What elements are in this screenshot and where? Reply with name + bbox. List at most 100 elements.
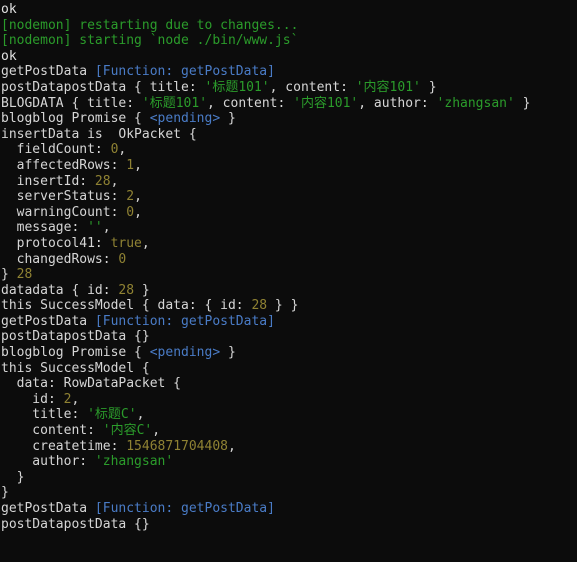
terminal-line: ok xyxy=(0,49,577,65)
terminal-token: , xyxy=(134,157,142,173)
terminal-token: fieldCount: xyxy=(1,142,111,158)
terminal-token: , content: xyxy=(207,95,294,111)
terminal-token: , xyxy=(227,438,236,454)
terminal-token: getPostData xyxy=(1,313,95,329)
terminal-line: } xyxy=(0,470,577,486)
terminal-line: createtime: 1546871704408, xyxy=(0,439,577,455)
terminal-line: [nodemon] restarting due to changes... xyxy=(0,18,577,34)
terminal-line: fieldCount: 0, xyxy=(0,142,577,158)
terminal-token: } xyxy=(220,111,236,127)
terminal-line: postDatapostData { title: '标题101', conte… xyxy=(0,80,577,96)
terminal-line: data: RowDataPacket { xyxy=(0,376,577,392)
terminal-token: '标题101' xyxy=(141,95,208,111)
terminal-token: postDatapostData {} xyxy=(1,329,150,345)
terminal-line: warningCount: 0, xyxy=(0,205,577,221)
terminal-token: insertData is OkPacket { xyxy=(1,126,197,142)
terminal-token: changedRows: xyxy=(1,251,119,267)
terminal-token: } xyxy=(420,79,437,95)
terminal-token: serverStatus: xyxy=(1,189,127,205)
terminal-token: 28 xyxy=(94,173,111,189)
terminal-token: affectedRows: xyxy=(1,157,127,173)
terminal-line: datadata { id: 28 } xyxy=(0,283,577,299)
terminal-token: } xyxy=(1,469,25,485)
terminal-token: 28 xyxy=(118,282,135,298)
terminal-token: 'zhangsan' xyxy=(94,454,174,470)
terminal-line: [nodemon] starting `node ./bin/www.js` xyxy=(0,33,577,49)
terminal-line: this SuccessModel { data: { id: 28 } } xyxy=(0,298,577,314)
terminal-token: , content: xyxy=(269,79,356,95)
terminal-token: warningCount: xyxy=(1,204,127,220)
terminal-token: <pending> xyxy=(149,111,221,127)
terminal-token: 0 xyxy=(118,251,127,267)
terminal-token: 0 xyxy=(126,204,135,220)
terminal-token: [Function: getPostData] xyxy=(94,64,275,80)
terminal-line: changedRows: 0 xyxy=(0,252,577,268)
terminal-line: ok xyxy=(0,2,577,18)
terminal-token: } } xyxy=(267,298,299,314)
terminal-line: } 28 xyxy=(0,267,577,283)
terminal-token: , xyxy=(102,220,111,236)
terminal-token: '内容C' xyxy=(102,423,153,439)
terminal-token: 28 xyxy=(16,267,33,283)
terminal-token: getPostData xyxy=(1,501,95,516)
terminal-token: blogblog Promise { xyxy=(1,345,150,361)
terminal-token: insertId: xyxy=(1,173,95,189)
terminal-output-pane[interactable]: ok [nodemon] restarting due to changes...… xyxy=(0,0,577,562)
terminal-line: message: '', xyxy=(0,220,577,236)
terminal-token: content: xyxy=(1,423,103,439)
terminal-line: id: 2, xyxy=(0,392,577,408)
terminal-line: insertData is OkPacket { xyxy=(0,127,577,143)
terminal-line: } xyxy=(0,485,577,501)
terminal-token: } xyxy=(1,267,17,283)
terminal-token: , xyxy=(118,142,127,158)
terminal-line: title: '标题C', xyxy=(0,407,577,423)
terminal-line: BLOGDATA { title: '标题101', content: '内容1… xyxy=(0,96,577,112)
terminal-token: '内容101' xyxy=(355,79,421,95)
terminal-token: , xyxy=(134,189,142,205)
terminal-token: 2 xyxy=(126,189,135,205)
terminal-token: BLOGDATA { title: xyxy=(1,95,142,111)
terminal-line: blogblog Promise { <pending> } xyxy=(0,111,577,127)
terminal-token: message: xyxy=(1,220,88,236)
terminal-line: blogblog Promise { <pending> } xyxy=(0,345,577,361)
terminal-line: protocol41: true, xyxy=(0,236,577,252)
terminal-token: datadata { id: xyxy=(1,282,119,298)
terminal-token: } xyxy=(220,345,236,361)
terminal-line: this SuccessModel { xyxy=(0,361,577,377)
terminal-token: id: xyxy=(1,391,64,407)
terminal-line: getPostData [Function: getPostData] xyxy=(0,64,577,80)
terminal-token: , xyxy=(134,204,142,220)
terminal-token: title: xyxy=(1,407,88,423)
terminal-token: [Function: getPostData] xyxy=(94,501,275,516)
terminal-line: postDatapostData {} xyxy=(0,329,577,345)
terminal-token: postDatapostData {} xyxy=(1,516,150,532)
terminal-token: } xyxy=(514,95,531,111)
terminal-token: [nodemon] restarting due to changes... xyxy=(1,17,299,33)
terminal-token: , xyxy=(110,173,119,189)
terminal-line: affectedRows: 1, xyxy=(0,158,577,174)
terminal-token: ok xyxy=(1,48,17,64)
terminal-token: <pending> xyxy=(149,345,221,361)
terminal-token: protocol41: xyxy=(1,235,111,251)
terminal-token: this SuccessModel { data: { id: xyxy=(1,298,252,314)
terminal-token: getPostData xyxy=(1,64,95,80)
terminal-token: 'zhangsan' xyxy=(436,95,515,111)
terminal-line: insertId: 28, xyxy=(0,174,577,190)
terminal-token: postDatapostData { title: xyxy=(1,79,205,95)
terminal-token: 1546871704408 xyxy=(126,438,228,454)
terminal-token: } xyxy=(134,282,150,298)
terminal-token: '内容101' xyxy=(293,95,359,111)
terminal-line: serverStatus: 2, xyxy=(0,189,577,205)
terminal-token: '标题101' xyxy=(204,79,270,95)
terminal-token: author: xyxy=(1,454,95,470)
terminal-line: getPostData [Function: getPostData] xyxy=(0,501,577,517)
terminal-token: } xyxy=(1,485,9,501)
terminal-token: ok xyxy=(1,2,17,17)
terminal-token: '' xyxy=(87,220,103,236)
terminal-line: content: '内容C', xyxy=(0,423,577,439)
terminal-token: createtime: xyxy=(1,438,127,454)
terminal-token: [nodemon] starting `node ./bin/www.js` xyxy=(1,33,299,49)
terminal-token: '标题C' xyxy=(87,407,137,423)
terminal-token: 1 xyxy=(126,157,135,173)
terminal-token: true xyxy=(110,235,142,251)
